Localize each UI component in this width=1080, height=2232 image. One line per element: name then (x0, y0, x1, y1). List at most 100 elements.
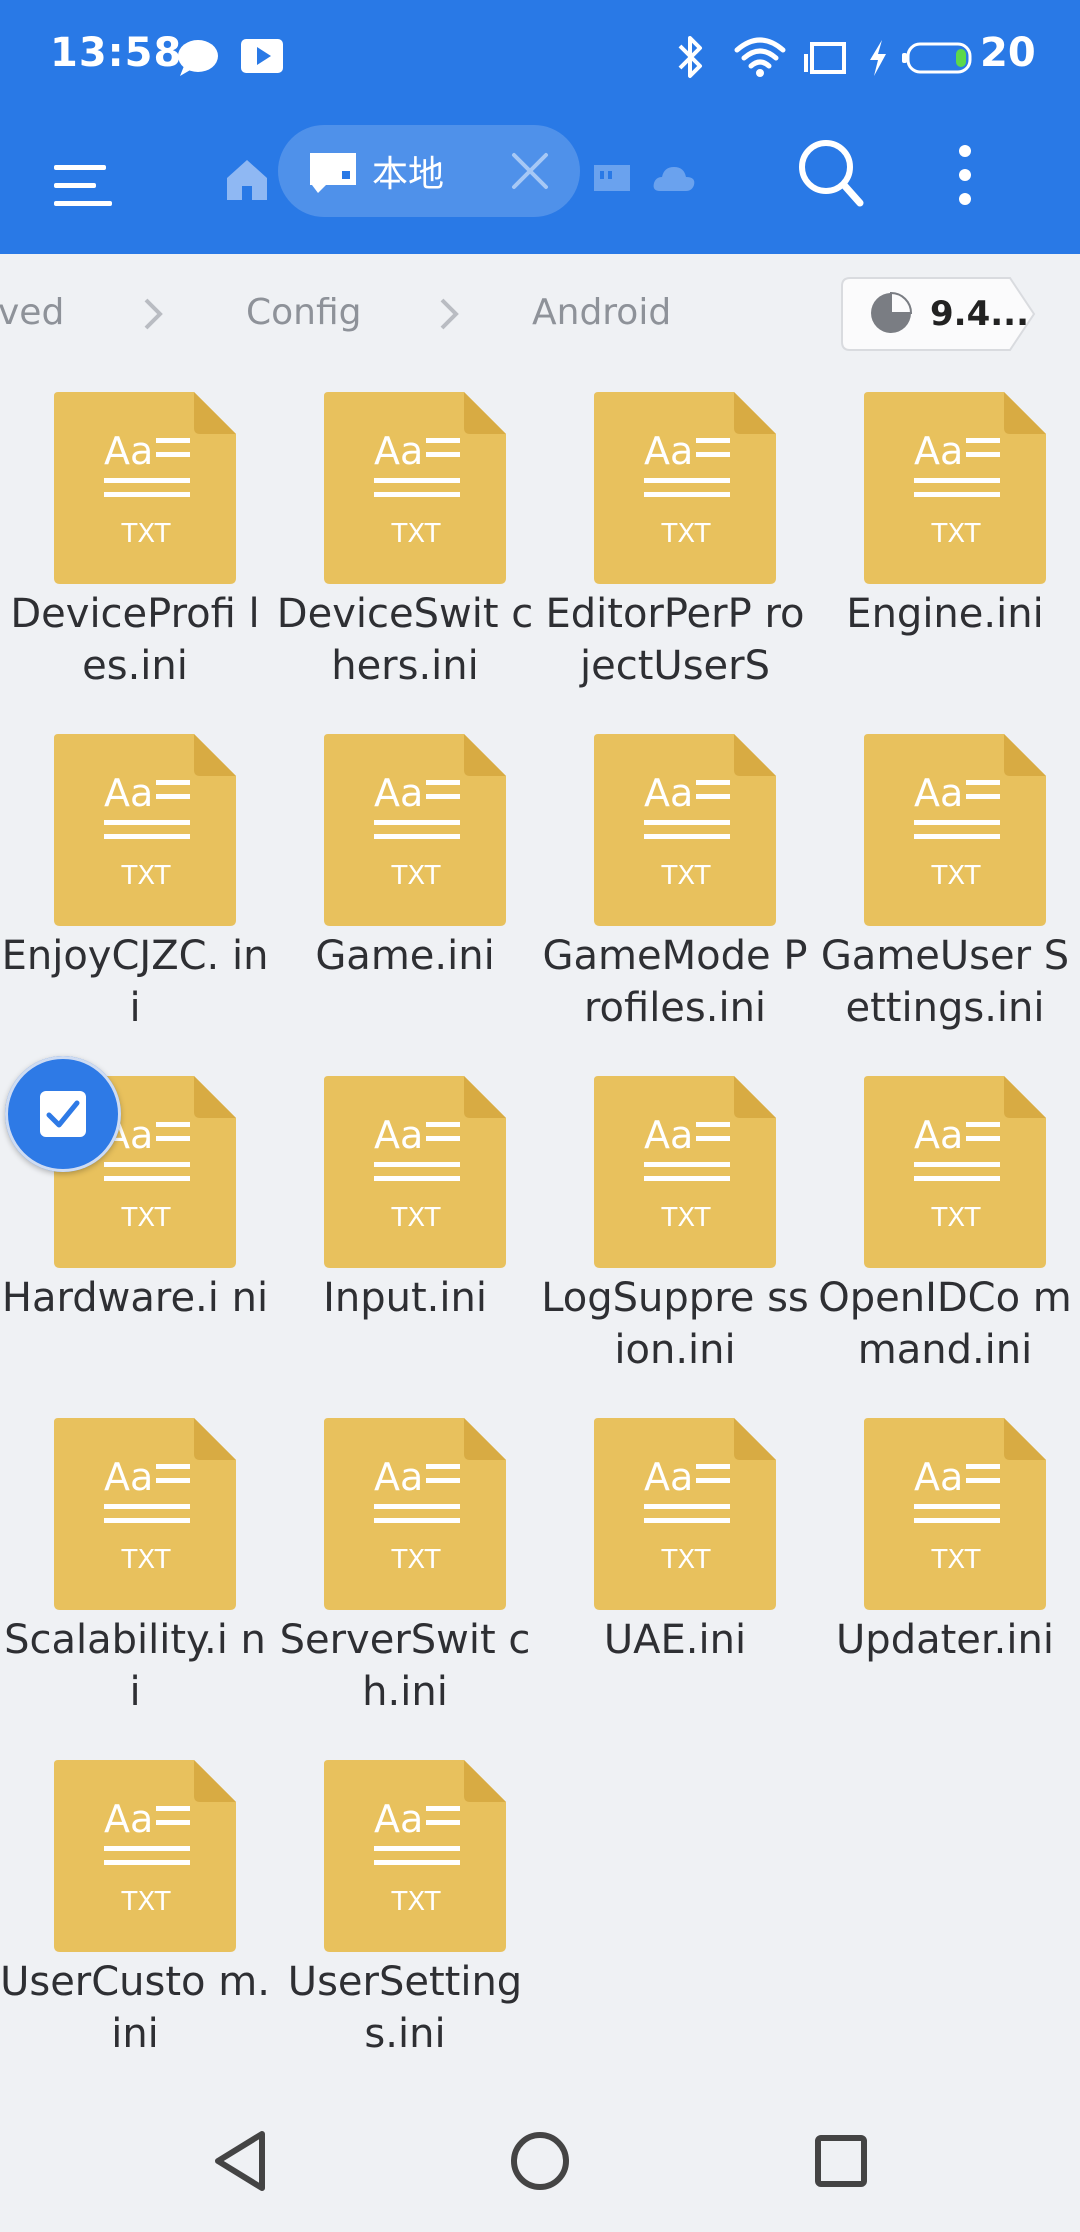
local-drive-icon (310, 153, 356, 193)
file-name: Game.ini (315, 933, 495, 979)
svg-text:TXT: TXT (390, 1887, 440, 1917)
file-name: DeviceSwit chers.ini (276, 591, 534, 689)
multi-select-button[interactable] (5, 1056, 121, 1172)
svg-text:TXT: TXT (120, 1545, 170, 1575)
video-play-icon (241, 39, 283, 73)
svg-text:Aa: Aa (914, 771, 963, 815)
svg-text:TXT: TXT (120, 1203, 170, 1233)
file-item[interactable]: Aa TXT EditorPerP rojectUserS (545, 374, 805, 694)
file-item[interactable]: Aa TXT ServerSwit ch.ini (280, 1400, 530, 1720)
search-icon[interactable] (796, 133, 866, 213)
svg-text:TXT: TXT (660, 1545, 710, 1575)
file-item[interactable]: Aa TXT GameMode Profiles.ini (543, 716, 807, 1036)
txt-file-icon: Aa TXT (54, 734, 236, 926)
file-name: Updater.ini (836, 1617, 1054, 1663)
storage-usage-label: 9.4... (930, 294, 1029, 334)
home-circle-icon[interactable] (505, 2126, 575, 2196)
txt-file-icon: Aa TXT (864, 1418, 1046, 1610)
txt-file-icon: Aa TXT (864, 392, 1046, 584)
file-name: GameUser Settings.ini (820, 933, 1070, 1031)
svg-text:TXT: TXT (390, 1203, 440, 1233)
svg-text:Aa: Aa (374, 771, 423, 815)
screen-cast-icon (804, 42, 846, 74)
svg-text:TXT: TXT (390, 1545, 440, 1575)
txt-file-icon: Aa TXT (54, 1418, 236, 1610)
txt-file-icon: Aa TXT (864, 734, 1046, 926)
svg-text:Aa: Aa (914, 1455, 963, 1499)
more-vert-icon[interactable] (940, 137, 990, 217)
svg-text:TXT: TXT (930, 519, 980, 549)
svg-text:TXT: TXT (660, 519, 710, 549)
file-name: Hardware.i ni (1, 1275, 269, 1321)
file-item[interactable]: Aa TXT OpenIDCo mmand.ini (818, 1058, 1072, 1378)
breadcrumb-item[interactable]: Android (532, 292, 671, 333)
txt-file-icon: Aa TXT (54, 1760, 236, 1952)
svg-text:TXT: TXT (930, 861, 980, 891)
svg-text:Aa: Aa (644, 429, 693, 473)
svg-text:TXT: TXT (120, 861, 170, 891)
battery-icon (902, 42, 972, 74)
svg-text:Aa: Aa (914, 429, 963, 473)
txt-file-icon: Aa TXT (54, 392, 236, 584)
file-item[interactable]: Aa TXT Engine.ini (820, 374, 1070, 694)
file-name: UserSetting s.ini (287, 1959, 523, 2057)
svg-text:TXT: TXT (930, 1203, 980, 1233)
breadcrumb-item[interactable]: Config (246, 292, 362, 333)
recents-icon[interactable] (806, 2126, 876, 2196)
status-bar: 13:58 20 (0, 0, 1080, 115)
breadcrumb: ved Config Android 9.4... (0, 254, 1080, 374)
file-item[interactable]: Aa TXT UAE.ini (550, 1400, 800, 1720)
toolbar: 本地 (0, 115, 1080, 254)
svg-text:TXT: TXT (660, 861, 710, 891)
file-item[interactable]: Aa TXT Input.ini (280, 1058, 530, 1378)
txt-file-icon: Aa TXT (324, 392, 506, 584)
txt-file-icon: Aa TXT (324, 1418, 506, 1610)
chevron-right-icon (144, 298, 163, 330)
back-icon[interactable] (206, 2126, 276, 2196)
storage-usage-chip[interactable]: 9.4... (840, 276, 1036, 352)
svg-text:Aa: Aa (374, 1113, 423, 1157)
file-item[interactable]: Aa TXT Updater.ini (820, 1400, 1070, 1720)
txt-file-icon: Aa TXT (324, 1076, 506, 1268)
file-item[interactable]: Aa TXT Game.ini (280, 716, 530, 1036)
txt-file-icon: Aa TXT (864, 1076, 1046, 1268)
file-name: Input.ini (323, 1275, 487, 1321)
svg-text:Aa: Aa (374, 1797, 423, 1841)
file-item[interactable]: Aa TXT LogSuppre ssion.ini (541, 1058, 809, 1378)
file-item[interactable]: Aa TXT GameUser Settings.ini (820, 716, 1070, 1036)
menu-icon[interactable] (50, 145, 120, 225)
battery-level: 20 (980, 30, 1036, 76)
svg-text:Aa: Aa (644, 1455, 693, 1499)
file-name: DeviceProfi les.ini (10, 591, 260, 689)
breadcrumb-item[interactable]: ved (0, 292, 64, 333)
chat-bubble-icon (178, 40, 218, 76)
txt-file-icon: Aa TXT (594, 1076, 776, 1268)
svg-text:TXT: TXT (390, 861, 440, 891)
file-item[interactable]: Aa TXT DeviceSwit chers.ini (277, 374, 533, 694)
svg-text:Aa: Aa (644, 771, 693, 815)
tab-local[interactable]: 本地 (278, 125, 580, 217)
svg-text:TXT: TXT (930, 1545, 980, 1575)
file-name: Scalability.i ni (4, 1617, 266, 1715)
svg-text:Aa: Aa (104, 1797, 153, 1841)
app-header: 13:58 20 本地 (0, 0, 1080, 254)
svg-text:Aa: Aa (374, 1455, 423, 1499)
file-item[interactable]: Aa TXT UserCusto m.ini (0, 1742, 270, 2062)
bluetooth-icon (678, 36, 702, 78)
svg-text:Aa: Aa (104, 1455, 153, 1499)
file-name: OpenIDCo mmand.ini (818, 1275, 1072, 1373)
file-item[interactable]: Aa TXT EnjoyCJZC. ini (2, 716, 268, 1036)
txt-file-icon: Aa TXT (324, 734, 506, 926)
status-time: 13:58 (50, 30, 183, 76)
wifi-icon (734, 37, 786, 77)
cloud-icon[interactable] (650, 155, 698, 201)
home-icon[interactable] (222, 150, 272, 210)
file-item[interactable]: Aa TXT DeviceProfi les.ini (10, 374, 260, 694)
tab-local-label: 本地 (372, 154, 445, 195)
file-item[interactable]: Aa TXT UserSetting s.ini (280, 1742, 530, 2062)
sd-card-icon[interactable] (590, 155, 634, 201)
svg-text:Aa: Aa (914, 1113, 963, 1157)
txt-file-icon: Aa TXT (594, 392, 776, 584)
file-item[interactable]: Aa TXT Scalability.i ni (4, 1400, 266, 1720)
close-icon[interactable] (506, 147, 554, 195)
